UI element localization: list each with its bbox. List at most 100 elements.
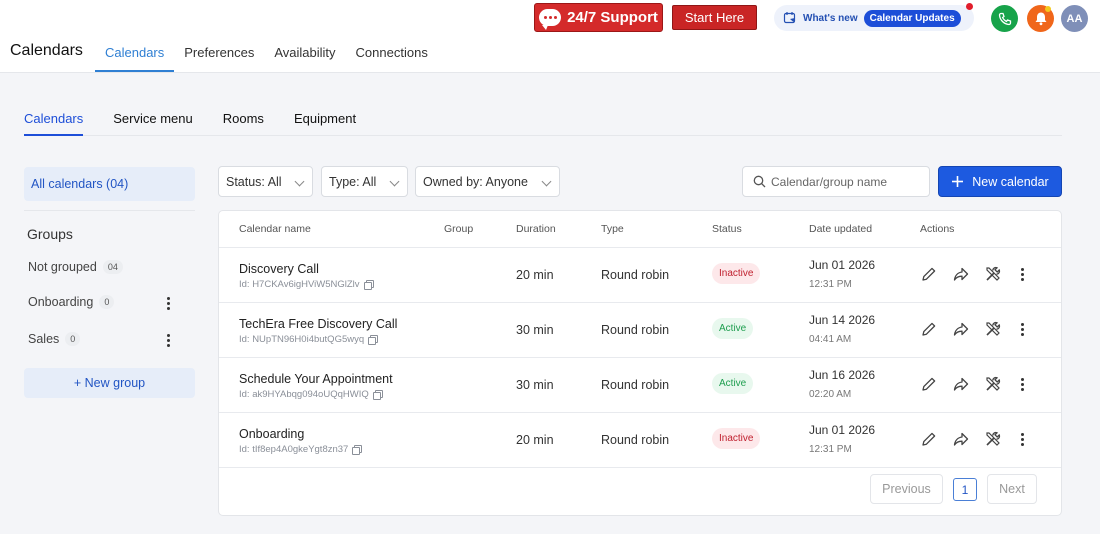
col-header-date-updated[interactable]: Date updated <box>809 223 872 235</box>
duration: 30 min <box>516 323 554 337</box>
type-filter[interactable]: Type: All <box>321 166 408 197</box>
subtab-equipment[interactable]: Equipment <box>294 108 356 136</box>
copy-icon[interactable] <box>372 390 383 400</box>
calendar-name[interactable]: Schedule Your Appointment <box>239 372 393 386</box>
col-header-group[interactable]: Group <box>444 223 473 235</box>
support-button[interactable]: 24/7 Support <box>534 3 663 32</box>
all-calendars-item[interactable]: All calendars (04) <box>24 167 195 201</box>
copy-icon[interactable] <box>352 445 363 455</box>
whats-new-label: What's new <box>803 12 858 24</box>
row-kebab-icon[interactable] <box>1016 265 1028 283</box>
col-header-duration[interactable]: Duration <box>516 223 556 235</box>
date-updated: Jun 14 2026 <box>809 313 876 327</box>
new-calendar-button[interactable]: New calendar <box>938 166 1062 197</box>
chevron-down-icon <box>294 176 305 187</box>
subtab-service-menu[interactable]: Service menu <box>113 108 192 136</box>
search-box[interactable] <box>742 166 930 197</box>
status-filter[interactable]: Status: All <box>218 166 313 197</box>
calendar-name[interactable]: Discovery Call <box>239 262 319 276</box>
copy-icon[interactable] <box>368 335 379 345</box>
table-row[interactable]: TechEra Free Discovery Call Id: NUpTN96H… <box>219 303 1061 358</box>
row-kebab-icon[interactable] <box>1016 430 1028 448</box>
group-item-onboarding[interactable]: Onboarding 0 <box>28 295 115 309</box>
subtab-rooms[interactable]: Rooms <box>223 108 264 136</box>
group-count-badge: 0 <box>65 332 81 346</box>
calendar-name[interactable]: TechEra Free Discovery Call <box>239 317 397 331</box>
group-count-badge: 04 <box>102 260 123 274</box>
tab-preferences[interactable]: Preferences <box>174 36 264 72</box>
groups-title: Groups <box>27 226 73 242</box>
row-kebab-icon[interactable] <box>1016 320 1028 338</box>
col-header-name[interactable]: Calendar name <box>239 223 311 235</box>
group-item-sales[interactable]: Sales 0 <box>28 332 81 346</box>
tab-connections[interactable]: Connections <box>346 36 438 72</box>
date-updated: Jun 01 2026 <box>809 258 876 272</box>
row-kebab-icon[interactable] <box>1016 375 1028 393</box>
edit-icon[interactable] <box>920 430 938 448</box>
tab-calendars[interactable]: Calendars <box>95 36 175 72</box>
share-icon[interactable] <box>952 265 970 283</box>
status-badge: Inactive <box>712 428 761 449</box>
subtab-calendars[interactable]: Calendars <box>24 108 84 136</box>
next-button[interactable]: Next <box>987 474 1037 504</box>
top-header: Calendars Calendars Preferences Availabi… <box>0 0 1100 73</box>
type-filter-label: Type: All <box>329 174 377 189</box>
duration: 20 min <box>516 268 554 282</box>
calendar-id: Id: H7CKAv6igHViW5NGlZlv <box>239 279 374 290</box>
search-input[interactable] <box>771 174 921 189</box>
page-number-button[interactable]: 1 <box>953 478 977 501</box>
phone-icon <box>998 12 1011 25</box>
avatar[interactable]: AA <box>1061 5 1088 32</box>
time-updated: 04:41 AM <box>809 334 852 345</box>
share-icon[interactable] <box>952 375 970 393</box>
status-badge: Active <box>712 373 754 394</box>
tools-icon[interactable] <box>984 265 1002 283</box>
start-here-button[interactable]: Start Here <box>672 5 757 30</box>
date-updated: Jun 01 2026 <box>809 423 876 437</box>
tools-icon[interactable] <box>984 375 1002 393</box>
calendar-id-text: Id: ak9HYAbqg094oUQqHWIQ <box>239 389 369 400</box>
table-row[interactable]: Onboarding Id: tIf8ep4A0gkeYgt8zn37 20 m… <box>219 413 1061 468</box>
tab-availability[interactable]: Availability <box>264 36 345 72</box>
group-onboarding-kebab-icon[interactable] <box>160 294 176 312</box>
phone-button[interactable] <box>991 5 1018 32</box>
time-updated: 02:20 AM <box>809 389 852 400</box>
col-header-status[interactable]: Status <box>712 223 742 235</box>
edit-icon[interactable] <box>920 320 938 338</box>
calendars-table: Calendar name Group Duration Type Status… <box>218 210 1062 516</box>
previous-button[interactable]: Previous <box>870 474 943 504</box>
calendar-id-text: Id: NUpTN96H0i4butQG5wyq <box>239 334 365 345</box>
sidebar-divider <box>24 210 195 211</box>
table-row[interactable]: Schedule Your Appointment Id: ak9HYAbqg0… <box>219 358 1061 413</box>
whats-new-button[interactable]: What's new Calendar Updates <box>774 5 974 31</box>
group-sales-kebab-icon[interactable] <box>160 331 176 349</box>
calendar-type: Round robin <box>601 323 670 337</box>
col-header-actions: Actions <box>920 223 955 235</box>
copy-icon[interactable] <box>363 280 374 290</box>
share-icon[interactable] <box>952 430 970 448</box>
edit-icon[interactable] <box>920 375 938 393</box>
group-item-not-grouped[interactable]: Not grouped 04 <box>28 260 123 274</box>
tools-icon[interactable] <box>984 430 1002 448</box>
group-name: Sales <box>28 332 60 346</box>
owned-by-filter[interactable]: Owned by: Anyone <box>415 166 560 197</box>
group-name: Not grouped <box>28 260 97 274</box>
calendar-type: Round robin <box>601 378 670 392</box>
share-icon[interactable] <box>952 320 970 338</box>
new-calendar-label: New calendar <box>972 174 1049 189</box>
duration: 30 min <box>516 378 554 392</box>
calendar-updates-pill: Calendar Updates <box>863 9 961 27</box>
col-header-type[interactable]: Type <box>601 223 624 235</box>
group-name: Onboarding <box>28 295 94 309</box>
edit-icon[interactable] <box>920 265 938 283</box>
calendar-type: Round robin <box>601 433 670 447</box>
table-row[interactable]: Discovery Call Id: H7CKAv6igHViW5NGlZlv … <box>219 248 1061 303</box>
sub-tabs: Calendars Service menu Rooms Equipment <box>24 108 1062 136</box>
calendar-name[interactable]: Onboarding <box>239 427 304 441</box>
group-count-badge: 0 <box>99 295 115 309</box>
calendar-id-text: Id: tIf8ep4A0gkeYgt8zn37 <box>239 444 349 455</box>
chat-icon <box>539 9 562 30</box>
status-badge: Inactive <box>712 263 761 284</box>
new-group-button[interactable]: + New group <box>24 368 195 398</box>
tools-icon[interactable] <box>984 320 1002 338</box>
